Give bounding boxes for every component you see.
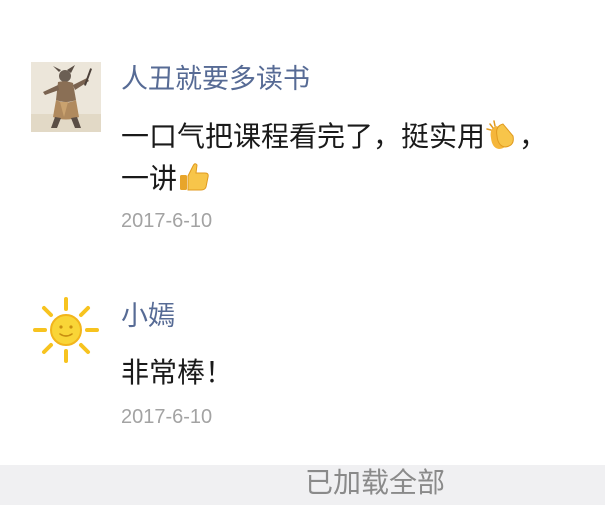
comment-author[interactable]: 小嫣 [121, 300, 175, 334]
comment-text: 非常棒！ [121, 356, 234, 389]
comment-date: 2017-6-10 [121, 406, 213, 428]
comment-date: 2017-6-10 [121, 210, 213, 232]
comment-text-line2: 一讲 [121, 162, 178, 195]
avatar[interactable] [31, 62, 101, 132]
comment-item: 人丑就要多读书 一口气把课程看完了，挺实用 ， 一讲 2017-6-10 [0, 0, 605, 270]
samurai-avatar-icon [31, 62, 101, 132]
comment-text-line1-tail: ， [519, 120, 548, 153]
comment-item: 小嫣 非常棒！ 2017-6-10 [0, 270, 605, 465]
sun-avatar-icon [31, 295, 101, 365]
clapping-hands-icon [486, 120, 514, 149]
comment-text: 一口气把课程看完了，挺实用 ， 一讲 [121, 116, 601, 200]
avatar[interactable] [31, 295, 101, 365]
comment-author[interactable]: 人丑就要多读书 [121, 63, 310, 97]
load-status-bar: 已加载全部 [0, 465, 605, 505]
thumbs-up-icon [180, 163, 209, 191]
comment-text-line1: 一口气把课程看完了，挺实用 [121, 120, 486, 153]
load-status-label: 已加载全部 [305, 466, 446, 499]
